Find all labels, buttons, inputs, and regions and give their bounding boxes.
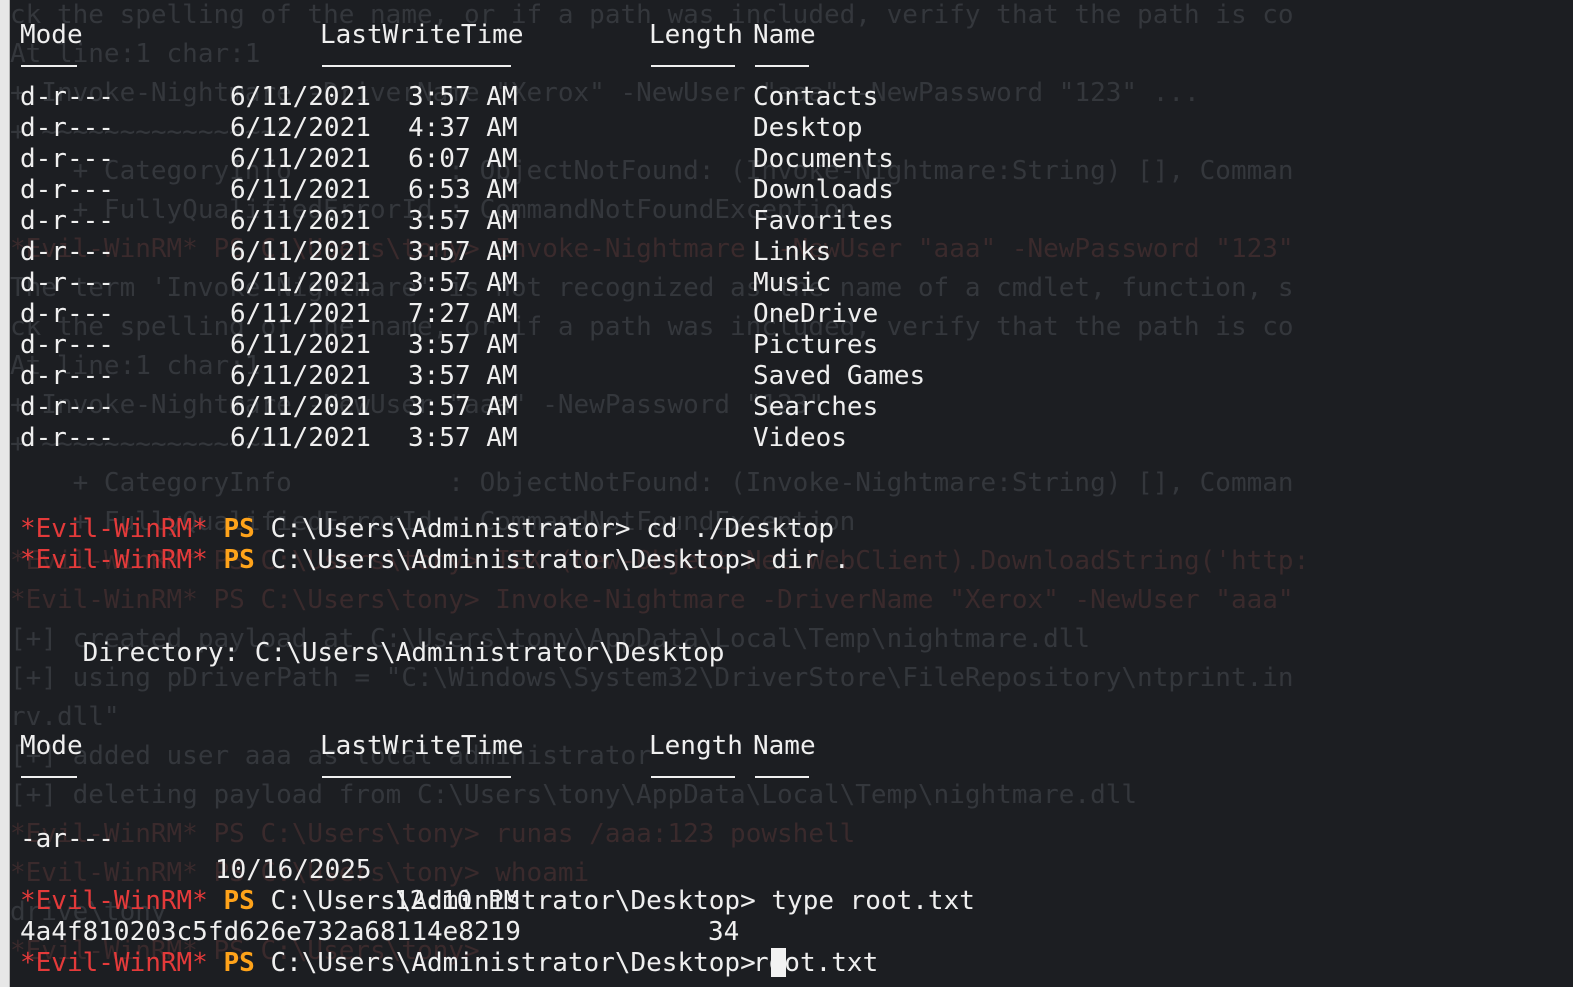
row-date: 10/16/2025: [215, 855, 372, 885]
row-time: 3:57 AM: [408, 423, 518, 453]
row-time: 3:57 AM: [408, 330, 518, 360]
row-name: Documents: [753, 144, 894, 174]
row-name: Favorites: [753, 206, 894, 236]
prompt-ps: PS: [223, 545, 255, 575]
listing1-header-name: Name: [753, 20, 816, 50]
listing2-header-length: Length: [649, 731, 743, 761]
prompt-line-cd: *Evil-WinRM* PS C:\Users\Administrator> …: [20, 514, 834, 545]
listing1-header-underline: [322, 65, 511, 67]
row-name: Saved Games: [753, 361, 926, 391]
row-time: 7:27 AM: [408, 299, 518, 329]
prompt-path: C:\Users\Administrator\Desktop>: [270, 886, 756, 916]
row-name: Videos: [753, 423, 847, 453]
row-name: Links: [753, 237, 832, 267]
row-date: 6/11/2021: [230, 82, 371, 112]
window-left-edge: [0, 0, 10, 987]
row-date: 6/11/2021: [230, 361, 371, 391]
prompt-line-dir: *Evil-WinRM* PS C:\Users\Administrator\D…: [20, 545, 850, 576]
command-text: dir .: [771, 545, 850, 575]
listing2-header-mode: Mode: [20, 731, 83, 761]
row-date: 6/12/2021: [230, 113, 371, 143]
row-date: 6/11/2021: [230, 206, 371, 236]
row-mode: d-r---: [20, 113, 114, 143]
terminal-window[interactable]: ck the spelling of the name, or if a pat…: [10, 0, 1573, 987]
row-date: 6/11/2021: [230, 299, 371, 329]
row-mode: d-r---: [20, 237, 114, 267]
row-name: Desktop: [753, 113, 863, 143]
row-time: 3:57 AM: [408, 268, 518, 298]
prompt-ps: PS: [223, 948, 255, 978]
row-date: 6/11/2021: [230, 237, 371, 267]
flag-output: 4a4f810203c5fd626e732a68114e8219: [20, 917, 521, 947]
row-time: 4:37 AM: [408, 113, 518, 143]
row-time: 3:57 AM: [408, 82, 518, 112]
prompt-path: C:\Users\Administrator>: [270, 514, 631, 544]
listing1-header-mode: Mode: [20, 20, 83, 50]
row-name: OneDrive: [753, 299, 879, 329]
prompt-ps: PS: [223, 514, 255, 544]
prompt-label: *Evil-WinRM*: [20, 514, 208, 544]
listing1-header-lastwritetime: LastWriteTime: [320, 20, 524, 50]
row-mode: d-r---: [20, 268, 114, 298]
row-name: Pictures: [753, 330, 879, 360]
text-cursor[interactable]: [771, 948, 787, 977]
row-time: 3:57 AM: [408, 392, 518, 422]
terminal-output: Mode LastWriteTime Length Name d-r--- 6/1…: [10, 0, 1573, 987]
listing1-header-underline: [651, 65, 735, 67]
row-mode: d-r---: [20, 175, 114, 205]
row-mode: d-r---: [20, 361, 114, 391]
prompt-path: C:\Users\Administrator\Desktop>: [270, 948, 756, 978]
row-date: 6/11/2021: [230, 268, 371, 298]
prompt-label: *Evil-WinRM*: [20, 948, 208, 978]
command-text: type root.txt: [771, 886, 975, 916]
listing2-header-underline: [21, 776, 77, 778]
row-time: 6:07 AM: [408, 144, 518, 174]
listing2-header-underline: [322, 776, 511, 778]
row-mode: d-r---: [20, 144, 114, 174]
row-date: 6/11/2021: [230, 392, 371, 422]
row-name: Searches: [753, 392, 879, 422]
row-mode: d-r---: [20, 206, 114, 236]
row-time: 3:57 AM: [408, 206, 518, 236]
listing1-header-underline: [755, 65, 809, 67]
listing2-header-underline: [755, 776, 809, 778]
prompt-line-type: *Evil-WinRM* PS C:\Users\Administrator\D…: [20, 886, 975, 917]
row-length: 34: [708, 917, 740, 947]
listing1-header-length: Length: [649, 20, 743, 50]
prompt-path: C:\Users\Administrator\Desktop>: [270, 545, 756, 575]
prompt-label: *Evil-WinRM*: [20, 545, 208, 575]
row-time: 3:57 AM: [408, 361, 518, 391]
row-mode: d-r---: [20, 423, 114, 453]
listing2-header-lastwritetime: LastWriteTime: [320, 731, 524, 761]
active-prompt-line[interactable]: *Evil-WinRM* PS C:\Users\Administrator\D…: [20, 948, 787, 979]
row-mode: d-r---: [20, 392, 114, 422]
row-mode: d-r---: [20, 299, 114, 329]
directory-heading: Directory: C:\Users\Administrator\Deskto…: [20, 638, 725, 668]
table-row: -ar--- 10/16/2025 12:10 PM 34 root.txt: [10, 793, 878, 978]
row-date: 6/11/2021: [230, 330, 371, 360]
row-time: 6:53 AM: [408, 175, 518, 205]
row-mode: d-r---: [20, 82, 114, 112]
listing2-header-name: Name: [753, 731, 816, 761]
row-date: 6/11/2021: [230, 423, 371, 453]
listing1-header-underline: [21, 65, 77, 67]
row-mode: -ar---: [20, 824, 114, 854]
row-date: 6/11/2021: [230, 175, 371, 205]
row-time: 3:57 AM: [408, 237, 518, 267]
listing2-header-underline: [651, 776, 735, 778]
prompt-label: *Evil-WinRM*: [20, 886, 208, 916]
prompt-ps: PS: [223, 886, 255, 916]
row-date: 6/11/2021: [230, 144, 371, 174]
row-name: Downloads: [753, 175, 894, 205]
row-name: Contacts: [753, 82, 879, 112]
row-name: Music: [753, 268, 832, 298]
row-mode: d-r---: [20, 330, 114, 360]
command-text: cd ./Desktop: [646, 514, 834, 544]
